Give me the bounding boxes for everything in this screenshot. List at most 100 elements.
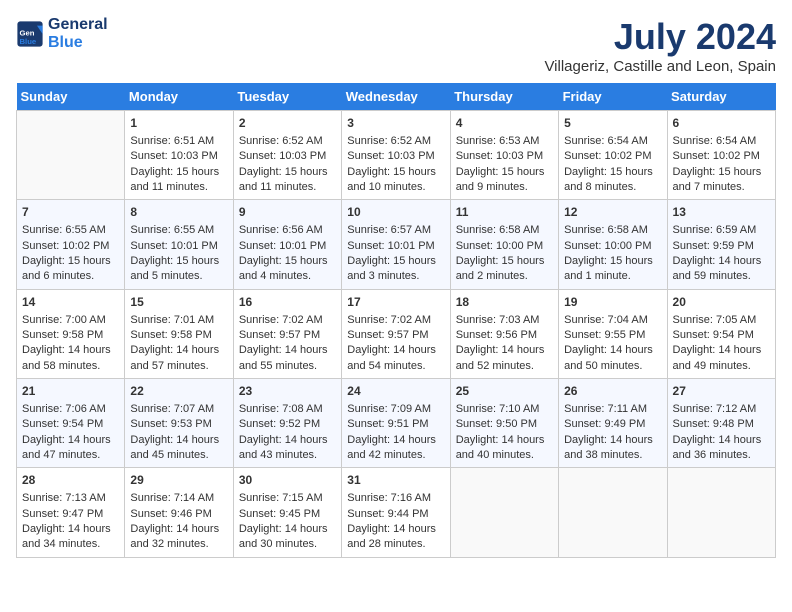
cell-content-line: Sunset: 9:51 PM	[347, 417, 444, 432]
day-number: 30	[239, 472, 336, 489]
day-number: 12	[564, 204, 661, 221]
calendar-cell: 19Sunrise: 7:04 AMSunset: 9:55 PMDayligh…	[559, 289, 667, 378]
cell-content-line: Daylight: 14 hours	[347, 343, 444, 358]
cell-content-line: and 54 minutes.	[347, 359, 444, 374]
day-number: 7	[22, 204, 119, 221]
cell-content-line: Sunrise: 6:54 AM	[673, 134, 770, 149]
cell-content-line: Sunrise: 6:56 AM	[239, 223, 336, 238]
cell-content-line: and 50 minutes.	[564, 359, 661, 374]
day-number: 22	[130, 383, 227, 400]
cell-content-line: Sunrise: 7:06 AM	[22, 402, 119, 417]
calendar-cell: 7Sunrise: 6:55 AMSunset: 10:02 PMDayligh…	[17, 200, 125, 289]
cell-content-line: and 36 minutes.	[673, 448, 770, 463]
calendar-cell: 31Sunrise: 7:16 AMSunset: 9:44 PMDayligh…	[342, 468, 450, 557]
cell-content-line: Daylight: 15 hours	[564, 254, 661, 269]
cell-content-line: Daylight: 15 hours	[347, 165, 444, 180]
cell-content-line: Sunset: 10:01 PM	[347, 239, 444, 254]
calendar-cell: 22Sunrise: 7:07 AMSunset: 9:53 PMDayligh…	[125, 379, 233, 468]
cell-content-line: Sunset: 10:00 PM	[564, 239, 661, 254]
day-number: 8	[130, 204, 227, 221]
calendar-header-row: SundayMondayTuesdayWednesdayThursdayFrid…	[17, 83, 776, 111]
calendar-cell: 27 Sunrise: 7:12 AMSunset: 9:48 PMDayligh…	[667, 379, 775, 468]
cell-content-line: Sunrise: 7:00 AM	[22, 313, 119, 328]
cell-content-line: Sunset: 10:03 PM	[239, 149, 336, 164]
cell-content-line: Daylight: 14 hours	[456, 433, 553, 448]
day-number: 27	[673, 383, 770, 400]
cell-content-line: Daylight: 14 hours	[564, 343, 661, 358]
calendar-week-row: 7Sunrise: 6:55 AMSunset: 10:02 PMDayligh…	[17, 200, 776, 289]
calendar-table: SundayMondayTuesdayWednesdayThursdayFrid…	[16, 83, 776, 558]
cell-content-line: Daylight: 15 hours	[456, 165, 553, 180]
cell-content-line: and 2 minutes.	[456, 269, 553, 284]
cell-content-line: Sunrise: 7:15 AM	[239, 491, 336, 506]
cell-content-line: Sunrise: 6:54 AM	[564, 134, 661, 149]
cell-content-line: Daylight: 14 hours	[130, 433, 227, 448]
cell-content-line: and 58 minutes.	[22, 359, 119, 374]
cell-content-line: Sunset: 9:57 PM	[239, 328, 336, 343]
day-number: 24	[347, 383, 444, 400]
cell-content-line: Sunrise: 7:04 AM	[564, 313, 661, 328]
cell-content-line: Daylight: 15 hours	[673, 165, 770, 180]
cell-content-line: Sunrise: 7:03 AM	[456, 313, 553, 328]
cell-content-line: and 6 minutes.	[22, 269, 119, 284]
day-number: 18	[456, 294, 553, 311]
logo-icon: Gen Blue	[16, 20, 44, 48]
cell-content-line: and 1 minute.	[564, 269, 661, 284]
cell-content-line: Daylight: 14 hours	[673, 433, 770, 448]
cell-content-line: Daylight: 15 hours	[239, 165, 336, 180]
cell-content-line: Sunset: 9:50 PM	[456, 417, 553, 432]
cell-content-line: and 45 minutes.	[130, 448, 227, 463]
day-header-friday: Friday	[559, 83, 667, 111]
cell-content-line: Daylight: 14 hours	[130, 522, 227, 537]
logo-text-line1: General	[48, 16, 108, 34]
cell-content-line: and 11 minutes.	[239, 180, 336, 195]
cell-content-line: Daylight: 14 hours	[673, 254, 770, 269]
calendar-cell: 25Sunrise: 7:10 AMSunset: 9:50 PMDayligh…	[450, 379, 558, 468]
calendar-cell: 20Sunrise: 7:05 AMSunset: 9:54 PMDayligh…	[667, 289, 775, 378]
cell-content-line: Sunset: 9:58 PM	[22, 328, 119, 343]
cell-content-line: and 52 minutes.	[456, 359, 553, 374]
cell-content-line: Sunrise: 7:14 AM	[130, 491, 227, 506]
cell-content-line: and 28 minutes.	[347, 537, 444, 552]
calendar-week-row: 28Sunrise: 7:13 AMSunset: 9:47 PMDayligh…	[17, 468, 776, 557]
cell-content-line: Daylight: 15 hours	[130, 254, 227, 269]
day-number: 4	[456, 115, 553, 132]
day-number: 2	[239, 115, 336, 132]
cell-content-line: Daylight: 14 hours	[564, 433, 661, 448]
cell-content-line: Sunset: 9:57 PM	[347, 328, 444, 343]
cell-content-line: Sunrise: 6:55 AM	[22, 223, 119, 238]
cell-content-line: Sunset: 9:53 PM	[130, 417, 227, 432]
day-number: 31	[347, 472, 444, 489]
day-header-sunday: Sunday	[17, 83, 125, 111]
cell-content-line: and 55 minutes.	[239, 359, 336, 374]
cell-content-line: and 5 minutes.	[130, 269, 227, 284]
calendar-cell: 13Sunrise: 6:59 AMSunset: 9:59 PMDayligh…	[667, 200, 775, 289]
day-number: 10	[347, 204, 444, 221]
day-header-thursday: Thursday	[450, 83, 558, 111]
cell-content-line: Sunset: 9:48 PM	[673, 417, 770, 432]
cell-content-line: Daylight: 15 hours	[130, 165, 227, 180]
cell-content-line: Sunset: 9:59 PM	[673, 239, 770, 254]
cell-content-line: Sunrise: 7:10 AM	[456, 402, 553, 417]
cell-content-line: Sunset: 9:45 PM	[239, 507, 336, 522]
cell-content-line: Daylight: 14 hours	[239, 522, 336, 537]
cell-content-line: Daylight: 14 hours	[456, 343, 553, 358]
cell-content-line: and 57 minutes.	[130, 359, 227, 374]
cell-content-line: Daylight: 14 hours	[130, 343, 227, 358]
calendar-cell: 2Sunrise: 6:52 AMSunset: 10:03 PMDayligh…	[233, 111, 341, 200]
day-number: 21	[22, 383, 119, 400]
day-number: 14	[22, 294, 119, 311]
calendar-cell: 4Sunrise: 6:53 AMSunset: 10:03 PMDayligh…	[450, 111, 558, 200]
day-number: 17	[347, 294, 444, 311]
cell-content-line: Daylight: 14 hours	[347, 522, 444, 537]
cell-content-line: Sunrise: 6:58 AM	[564, 223, 661, 238]
calendar-cell: 30 Sunrise: 7:15 AMSunset: 9:45 PMDayligh…	[233, 468, 341, 557]
cell-content-line: Sunrise: 7:12 AM	[673, 402, 770, 417]
cell-content-line: Sunrise: 6:51 AM	[130, 134, 227, 149]
day-header-monday: Monday	[125, 83, 233, 111]
cell-content-line: Sunrise: 6:59 AM	[673, 223, 770, 238]
cell-content-line: Sunrise: 6:57 AM	[347, 223, 444, 238]
cell-content-line: and 10 minutes.	[347, 180, 444, 195]
svg-text:Gen: Gen	[20, 28, 35, 37]
cell-content-line: Daylight: 14 hours	[22, 522, 119, 537]
